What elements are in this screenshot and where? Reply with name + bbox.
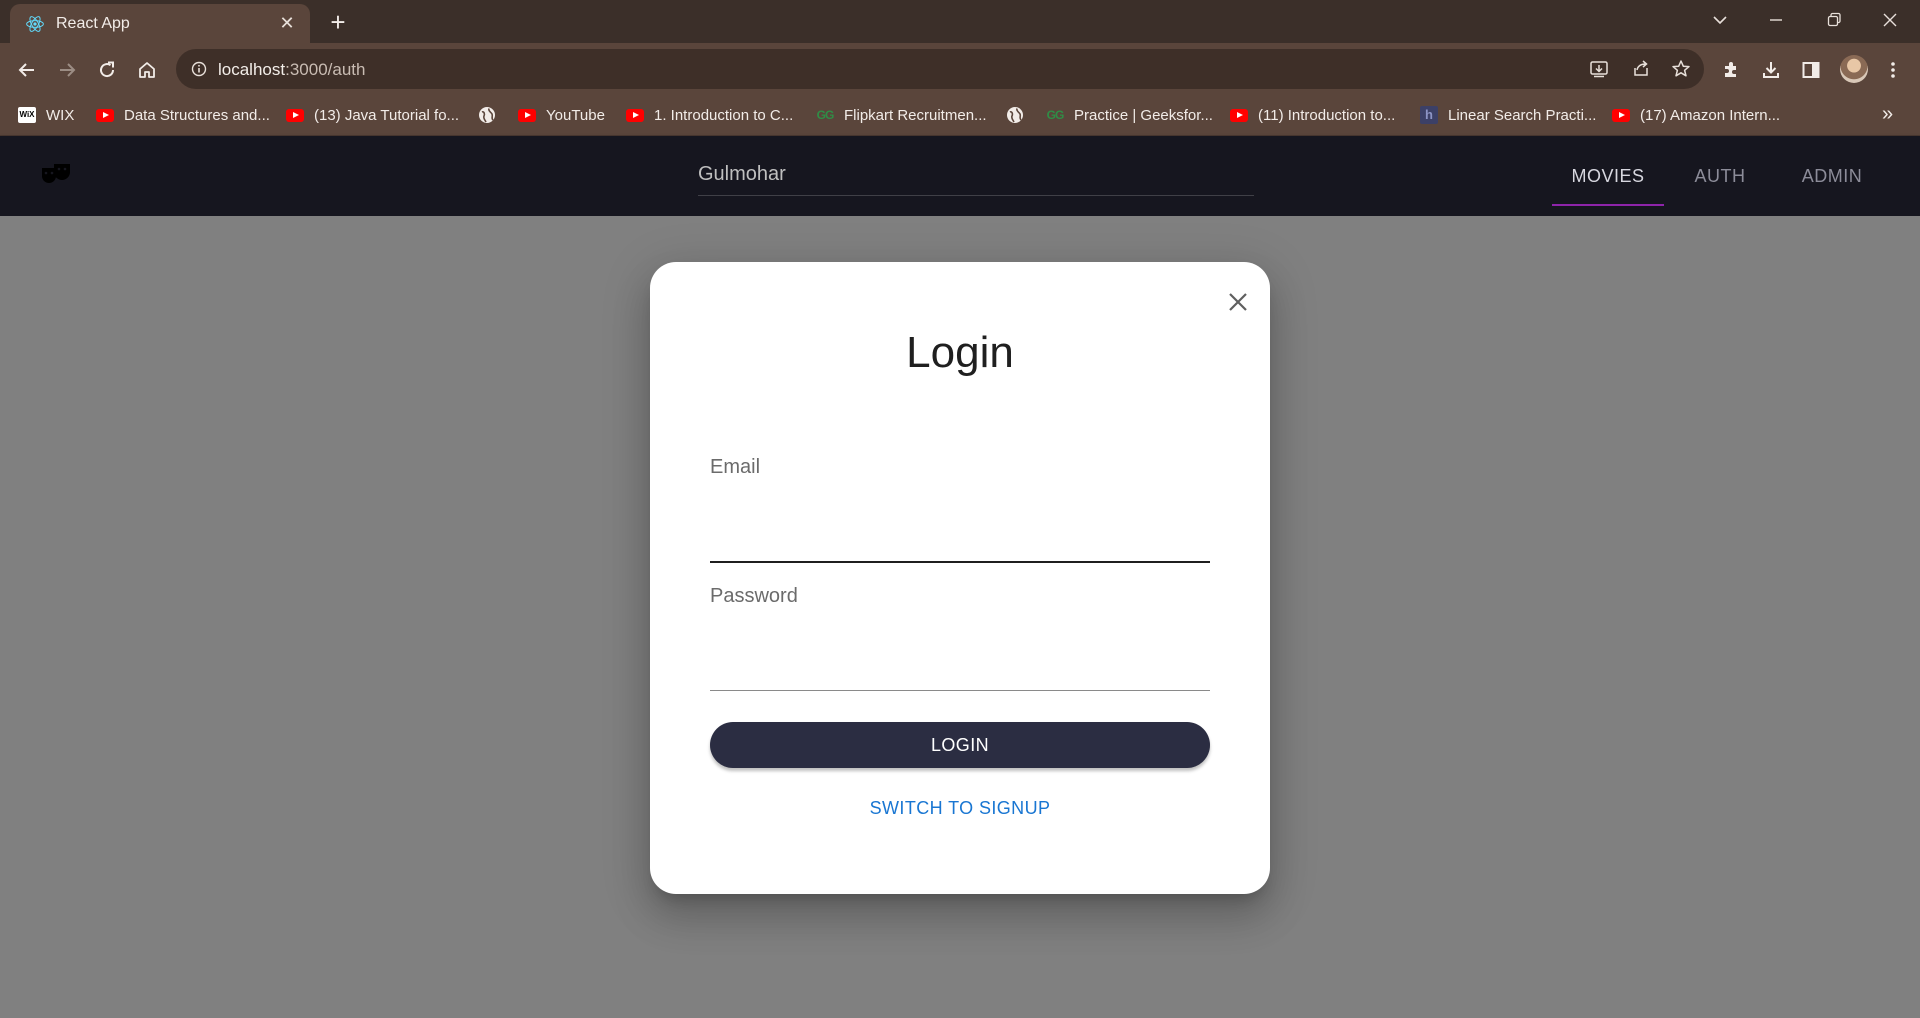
email-label: Email [710,456,761,478]
bookmarks-bar: WiX WIX Data Structures and... (13) Java… [0,95,1920,136]
theater-masks-icon[interactable] [40,162,72,190]
minimize-icon [1770,19,1782,21]
close-icon [1229,293,1247,311]
side-panel-icon[interactable] [1796,55,1826,85]
password-field[interactable] [710,610,1210,650]
restore-icon [1827,12,1841,27]
login-dialog: Login Email Password LOGIN SWITCH TO SIG… [650,262,1270,894]
password-underline [710,690,1210,691]
bookmark-item[interactable]: WiX WIX [18,104,74,126]
app-header: MOVIES AUTH ADMIN [0,136,1920,216]
dialog-title: Login [906,328,1014,377]
downloads-icon[interactable] [1756,55,1786,85]
tab-title: React App [56,14,130,32]
close-icon [1883,13,1897,27]
bookmark-star-icon[interactable] [1668,56,1694,82]
profile-avatar[interactable] [1840,55,1868,83]
switch-to-signup-link[interactable]: SWITCH TO SIGNUP [650,798,1270,819]
bookmark-item[interactable]: GG Flipkart Recruitmen... [816,104,987,126]
movie-search-input[interactable] [698,154,1254,195]
extensions-icon[interactable] [1716,55,1746,85]
tab-search-button[interactable] [1692,0,1748,40]
arrow-left-icon [18,63,34,77]
install-app-icon[interactable] [1586,56,1612,82]
more-bookmarks-button[interactable]: » [1882,103,1893,126]
restore-button[interactable] [1806,0,1862,40]
movie-search [698,154,1254,196]
minimize-button[interactable] [1748,0,1804,40]
bookmark-item[interactable]: Data Structures and... [96,104,270,126]
tab-movies[interactable]: MOVIES [1552,136,1664,216]
youtube-icon [286,106,304,124]
youtube-icon [96,106,114,124]
password-label: Password [710,585,798,607]
share-icon[interactable] [1628,56,1654,82]
reload-icon [100,61,115,78]
youtube-icon [1612,106,1630,124]
browser-toolbar: localhost:3000/auth [0,43,1920,95]
reload-button[interactable] [90,53,124,87]
bookmark-item[interactable]: YouTube [518,104,605,126]
bookmark-item[interactable]: 1. Introduction to C... [626,104,793,126]
bookmark-item[interactable]: (11) Introduction to... [1230,104,1395,126]
youtube-icon [1230,106,1248,124]
site-info-icon[interactable] [188,58,210,80]
bookmark-item[interactable]: (13) Java Tutorial fo... [286,104,459,126]
email-field[interactable] [710,480,1210,520]
login-button[interactable]: LOGIN [710,722,1210,768]
home-icon [139,62,155,78]
email-underline [710,561,1210,563]
youtube-icon [518,106,536,124]
close-window-button[interactable] [1862,0,1918,40]
bookmark-item[interactable]: GG Practice | Geeksfor... [1046,104,1213,126]
close-dialog-button[interactable] [1220,284,1256,320]
home-button[interactable] [130,53,164,87]
new-tab-button[interactable]: + [322,6,354,38]
chevron-down-icon [1713,16,1727,25]
youtube-icon [626,106,644,124]
menu-kebab-icon[interactable] [1878,55,1908,85]
react-icon [24,13,46,35]
bookmark-item[interactable]: h Linear Search Practi... [1420,104,1596,126]
tab-admin[interactable]: ADMIN [1776,136,1888,216]
arrow-right-icon [60,63,76,77]
hackerblocks-icon: h [1420,106,1438,124]
forward-button[interactable] [50,53,84,87]
browser-tab[interactable]: React App ✕ [10,4,310,43]
back-button[interactable] [10,53,44,87]
address-bar[interactable]: localhost:3000/auth [176,49,1704,89]
tab-auth[interactable]: AUTH [1664,136,1776,216]
wix-icon: WiX [18,106,36,124]
bookmark-item[interactable]: (17) Amazon Intern... [1612,104,1780,126]
tab-close-icon[interactable]: ✕ [276,13,298,34]
url-text: localhost:3000/auth [218,60,366,79]
globe-icon [478,106,496,124]
bookmark-item[interactable] [1006,104,1034,126]
bookmark-item[interactable] [478,104,506,126]
globe-icon [1006,106,1024,124]
geeksforgeeks-icon: GG [1046,108,1065,122]
geeksforgeeks-icon: GG [816,108,835,122]
browser-titlebar: React App ✕ + [0,0,1920,43]
